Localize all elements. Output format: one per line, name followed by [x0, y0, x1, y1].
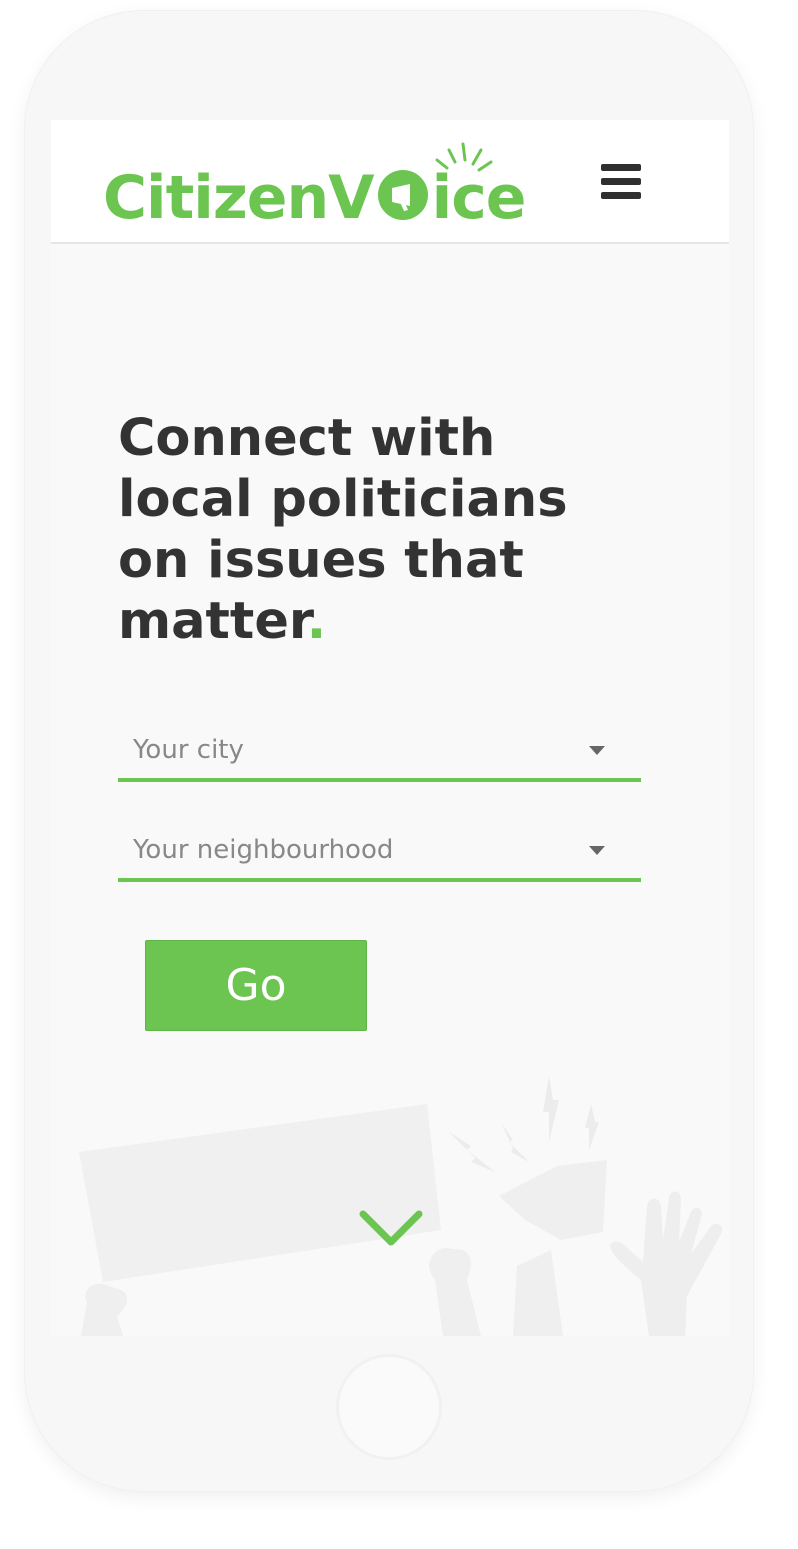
logo-rays-icon — [435, 142, 493, 172]
protest-crowd-illustration — [79, 1076, 723, 1336]
city-select[interactable]: Your city — [118, 722, 641, 782]
citizenvoice-logo[interactable]: CitizenV ice — [103, 142, 543, 233]
caret-down-icon — [589, 846, 605, 855]
hamburger-menu-icon[interactable] — [599, 164, 643, 200]
neighbourhood-select[interactable]: Your neighbourhood — [118, 822, 641, 882]
site-header: CitizenV ice — [51, 120, 729, 244]
neighbourhood-select-placeholder: Your neighbourhood — [133, 835, 394, 865]
home-button[interactable] — [336, 1354, 442, 1460]
logo-voice-o-icon — [377, 170, 428, 220]
hero-title: Connect with local politicians on issues… — [118, 409, 568, 651]
go-button[interactable]: Go — [145, 940, 367, 1031]
hero-title-dot: . — [306, 592, 327, 651]
chevron-down-icon[interactable] — [359, 1208, 423, 1250]
phone-screen: CitizenV ice Connect with local politici… — [51, 120, 729, 1336]
caret-down-icon — [589, 746, 605, 755]
city-select-placeholder: Your city — [133, 735, 244, 765]
